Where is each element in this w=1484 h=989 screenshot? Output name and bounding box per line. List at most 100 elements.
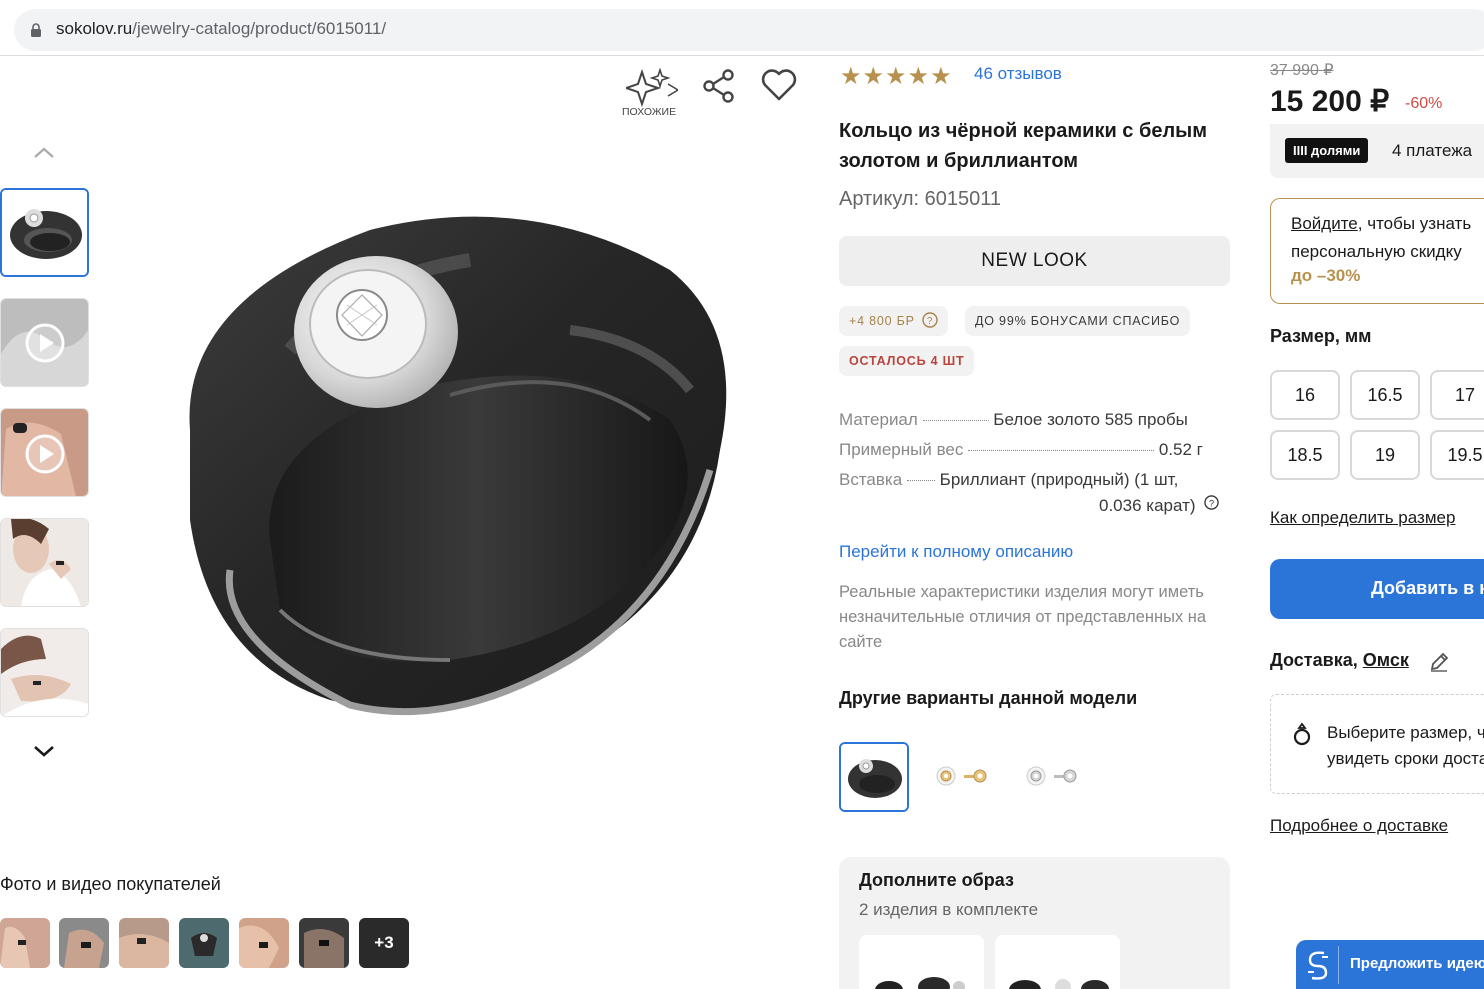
customer-photo[interactable]	[239, 918, 289, 968]
thumbnail-4[interactable]	[0, 518, 89, 607]
login-link[interactable]: Войдите	[1291, 214, 1358, 233]
add-to-cart-label[interactable]: Добавить в корзину	[1371, 578, 1484, 599]
size-option[interactable]: 16	[1270, 370, 1340, 420]
product-title: Кольцо из чёрной керамики с белым золото…	[839, 120, 1208, 172]
spec-value: 0.52 г	[1158, 440, 1203, 459]
spec-material: Материал Белое золото 585 пробы	[839, 410, 1188, 430]
jewelry-item-image	[1009, 979, 1109, 989]
size-guide-link[interactable]: Как определить размер	[1270, 508, 1455, 528]
spec-value: Бриллиант (природный) (1 шт,	[939, 470, 1179, 489]
customer-photo[interactable]	[299, 918, 349, 968]
question-circle-icon[interactable]: ?	[1204, 495, 1219, 510]
variant-earrings-white[interactable]	[1020, 756, 1086, 796]
current-price: 15 200 ₽	[1270, 85, 1390, 118]
thumbnail-5[interactable]	[0, 628, 89, 717]
url-path: /jewelry-catalog/product/6015011/	[132, 19, 387, 38]
chevron-down-icon[interactable]	[32, 744, 56, 760]
size-option[interactable]: 16.5	[1350, 370, 1420, 420]
idea-logo-icon	[1308, 951, 1328, 980]
ring-variant-image	[841, 744, 907, 810]
disclaimer-text: Реальные характеристики изделия могут им…	[839, 583, 1207, 651]
customer-photos-title: Фото и видео покупателей	[0, 874, 221, 894]
similar-label[interactable]: ПОХОЖИЕ	[622, 106, 676, 118]
spec-value: 0.036 карат)	[1099, 496, 1196, 515]
spec-value: Белое золото 585 пробы	[993, 410, 1188, 429]
delivery-hint-line2: увидеть сроки доставки	[1327, 749, 1484, 768]
video-thumbnail-image	[1, 299, 88, 386]
reviews-link[interactable]: 46 отзывов	[974, 64, 1062, 84]
url-host: sokolov.ru	[56, 19, 133, 38]
variants-title: Другие варианты данной модели	[839, 688, 1138, 708]
share-icon[interactable]	[702, 68, 736, 104]
delivery-city-link[interactable]: Омск	[1363, 650, 1409, 670]
bonus-chip-label: +4 800 БР	[849, 314, 915, 328]
spec-insert-line2: 0.036 карат) ?	[1099, 495, 1219, 516]
spasibo-chip[interactable]: ДО 99% БОНУСАМИ СПАСИБО	[965, 306, 1191, 336]
rating-stars: ★★★★★	[840, 62, 953, 90]
lock-icon[interactable]	[30, 23, 42, 37]
video-thumbnail-image	[1, 409, 88, 496]
pencil-edit-icon[interactable]	[1428, 651, 1450, 673]
customer-photo[interactable]	[59, 918, 109, 968]
url-text[interactable]: sokolov.ru/jewelry-catalog/product/60150…	[56, 19, 386, 39]
svg-text:?: ?	[1209, 498, 1214, 508]
delivery-heading: Доставка, Омск	[1270, 650, 1409, 671]
complete-look-item[interactable]	[859, 935, 984, 989]
delivery-hint-line1: Выберите размер, чтобы	[1327, 723, 1484, 742]
customer-photo[interactable]	[179, 918, 229, 968]
login-text-rest: , чтобы узнать	[1357, 214, 1472, 233]
jewelry-item-image	[875, 977, 965, 989]
customer-photos-more[interactable]: +3	[359, 918, 409, 968]
favorite-heart-icon[interactable]	[760, 68, 798, 102]
delivery-label: Доставка,	[1270, 650, 1358, 670]
ring-thumbnail-image	[2, 190, 87, 275]
size-option[interactable]: 17	[1430, 370, 1484, 420]
complete-look-title: Дополните образ	[859, 870, 1014, 890]
complete-look-item[interactable]	[995, 935, 1120, 989]
login-text-line2: персональную скидку	[1291, 242, 1462, 261]
complete-look-subtitle: 2 изделия в комплекте	[859, 900, 1039, 919]
customer-photo-image	[0, 918, 50, 968]
customer-photo-image	[119, 918, 169, 968]
size-title: Размер, мм	[1270, 326, 1372, 346]
customer-photo-image	[59, 918, 109, 968]
stock-chip: ОСТАЛОСЬ 4 ШТ	[839, 346, 975, 376]
thumbnail-video-2[interactable]	[0, 408, 89, 497]
login-discount-value: до –30%	[1291, 266, 1361, 285]
dolyami-logo: IIII долями	[1285, 138, 1369, 163]
full-description-link[interactable]: Перейти к полному описанию	[839, 542, 1073, 562]
old-price: 37 990 ₽	[1270, 62, 1334, 79]
customer-photo[interactable]	[119, 918, 169, 968]
spec-weight: Примерный вес 0.52 г	[839, 440, 1203, 460]
thumbnail-1[interactable]	[0, 188, 89, 277]
divider	[0, 55, 1484, 56]
thumbnail-video-1[interactable]	[0, 298, 89, 387]
collection-button[interactable]: NEW LOOK	[839, 236, 1230, 286]
size-option[interactable]: 18.5	[1270, 430, 1340, 480]
delivery-details-link[interactable]: Подробнее о доставке	[1270, 816, 1448, 836]
spec-key: Материал	[839, 410, 918, 429]
size-option[interactable]: 19.5	[1430, 430, 1484, 480]
bonus-chip[interactable]: +4 800 БР ?	[839, 306, 949, 336]
ring-icon	[1293, 722, 1311, 746]
customer-photo-image	[179, 918, 229, 968]
customer-photo-image	[239, 918, 289, 968]
installments-text: 4 платежа	[1392, 141, 1473, 160]
chevron-up-icon[interactable]	[32, 144, 56, 160]
customer-photo[interactable]	[0, 918, 50, 968]
product-main-image[interactable]	[150, 190, 740, 730]
login-prompt: Войдите, чтобы узнать персональную скидк…	[1291, 210, 1484, 266]
svg-text:?: ?	[927, 316, 933, 327]
model-thumbnail-image	[1, 519, 88, 606]
variant-ring[interactable]	[839, 742, 909, 812]
similar-sparkle-icon[interactable]	[626, 68, 678, 108]
suggest-divider	[1338, 946, 1339, 984]
suggest-idea-label[interactable]: Предложить идею	[1350, 955, 1484, 972]
discount-badge: -60%	[1405, 95, 1443, 112]
question-circle-icon[interactable]: ?	[922, 312, 938, 328]
model-thumbnail-image	[1, 629, 88, 716]
spec-insert: Вставка Бриллиант (природный) (1 шт,	[839, 470, 1178, 490]
spec-key: Примерный вес	[839, 440, 964, 459]
variant-earrings-gold[interactable]	[930, 756, 996, 796]
size-option[interactable]: 19	[1350, 430, 1420, 480]
